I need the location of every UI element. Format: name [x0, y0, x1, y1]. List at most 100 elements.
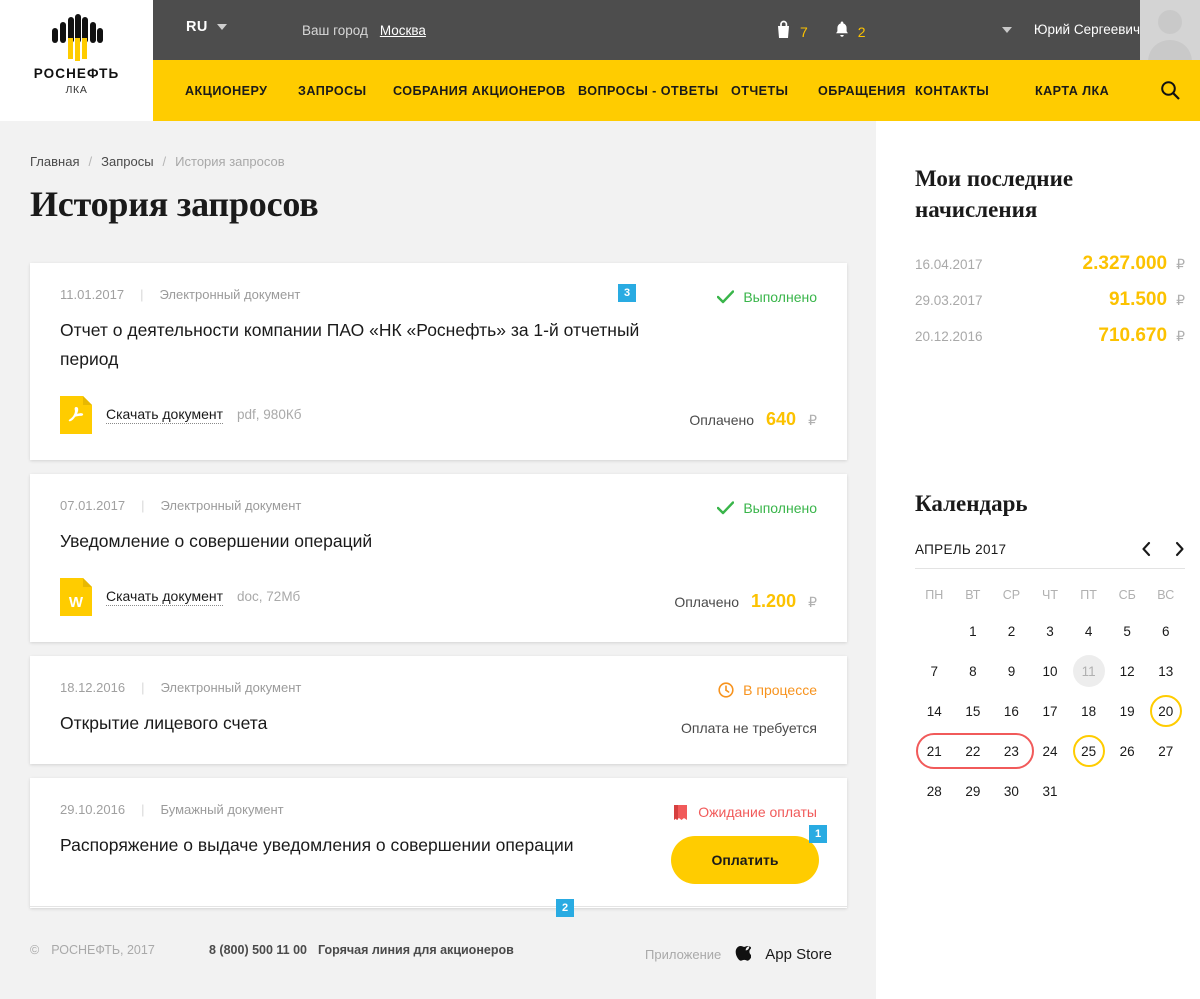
calendar-day-12[interactable]: 12 [1108, 651, 1147, 691]
payment-info: Оплачено 1.200 ₽ [674, 591, 817, 612]
nav-item-2[interactable]: ЗАПРОСЫ [298, 84, 366, 98]
calendar-day-11[interactable]: 11 [1069, 651, 1108, 691]
request-meta: 07.01.2017 | Электронный документ [60, 498, 817, 513]
pay-button[interactable]: Оплатить [671, 835, 819, 884]
calendar-day-5[interactable]: 5 [1108, 611, 1147, 651]
nav-item-8[interactable]: КАРТА ЛКА [1035, 84, 1109, 98]
status-label: Выполнено [743, 499, 817, 516]
breadcrumb-section[interactable]: Запросы [101, 154, 153, 169]
chevron-right-icon [1175, 541, 1184, 557]
calendar-day-26[interactable]: 26 [1108, 731, 1147, 771]
city-value[interactable]: Москва [380, 23, 426, 38]
accruals-widget: Мои последние начисления 16.04.2017 2.327… [915, 163, 1185, 361]
app-store-label: App Store [765, 945, 832, 963]
breadcrumb-separator: / [88, 154, 93, 169]
calendar-day-17[interactable]: 17 [1031, 691, 1070, 731]
request-card: 07.01.2017 | Электронный документ Уведомлен… [30, 473, 847, 642]
meta-divider: | [141, 679, 145, 695]
status-label: Выполнено [743, 289, 817, 305]
pdf-file-icon [60, 395, 92, 434]
calendar-heading: Календарь [915, 491, 1028, 516]
calendar-day-30[interactable]: 30 [992, 771, 1031, 811]
payment-label: Оплачено [674, 593, 740, 610]
calendar-day-16[interactable]: 16 [992, 691, 1031, 731]
request-meta: 11.01.2017 | Электронный документ [60, 287, 817, 302]
calendar-day-13[interactable]: 13 [1146, 651, 1185, 691]
notifications-button[interactable]: 2 [834, 20, 866, 44]
nav-item-7[interactable]: КОНТАКТЫ [915, 84, 989, 98]
annotation-badge-2: 2 [556, 898, 574, 917]
nav-item-5[interactable]: ОТЧЕТЫ [731, 84, 788, 98]
calendar-day-8[interactable]: 8 [954, 651, 993, 691]
calendar-day-23[interactable]: 23 [992, 731, 1031, 771]
bell-icon [834, 20, 850, 44]
calendar-day-21[interactable]: 21 [915, 731, 954, 771]
calendar-day-4[interactable]: 4 [1069, 611, 1108, 651]
hotline-phone[interactable]: 8 (800) 500 11 00 [209, 943, 307, 957]
calendar-day-1[interactable]: 1 [954, 611, 993, 651]
calendar-day-28[interactable]: 28 [915, 771, 954, 811]
main-navigation: АКЦИОНЕРУ ЗАПРОСЫ СОБРАНИЯ АКЦИОНЕРОВ ВОПРО… [153, 60, 1140, 121]
calendar-week-row: 7 8 9 10 11 12 13 [915, 651, 1185, 691]
accrual-date: 20.12.2016 [915, 329, 983, 345]
breadcrumb-home[interactable]: Главная [30, 154, 79, 169]
check-icon [717, 501, 735, 514]
request-title: Отчет о деятельности компании ПАО «НК «Р… [60, 320, 640, 369]
calendar-day-29[interactable]: 29 [954, 771, 993, 811]
cart-button[interactable]: 7 [775, 20, 808, 44]
notifications-count: 2 [857, 24, 866, 40]
nav-item-6[interactable]: ОБРАЩЕНИЯ [818, 84, 906, 98]
calendar-day-7[interactable]: 7 [915, 651, 954, 691]
nav-item-3[interactable]: СОБРАНИЯ АКЦИОНЕРОВ [393, 84, 566, 98]
calendar-dow: СР [1002, 588, 1021, 602]
footer-divider [30, 906, 847, 907]
calendar-day-15[interactable]: 15 [954, 691, 993, 731]
nav-item-1[interactable]: АКЦИОНЕРУ [185, 84, 267, 98]
nav-item-4[interactable]: ВОПРОСЫ - ОТВЕТЫ [578, 84, 718, 98]
chevron-down-icon [1001, 26, 1012, 33]
footer: © РОСНЕФТЬ, 2017 8 (800) 500 11 00 Горяч… [0, 906, 876, 999]
calendar-next-button[interactable] [1174, 541, 1185, 557]
currency-symbol: ₽ [1176, 292, 1185, 309]
calendar-day-14[interactable]: 14 [915, 691, 954, 731]
calendar-day-22[interactable]: 22 [954, 731, 993, 771]
calendar-day-27[interactable]: 27 [1146, 731, 1185, 771]
search-button[interactable] [1140, 60, 1200, 121]
calendar-day-18[interactable]: 18 [1069, 691, 1108, 731]
hotline-note: Горячая линия для акционеров [318, 943, 514, 957]
accrual-date: 29.03.2017 [915, 293, 983, 309]
calendar-prev-button[interactable] [1141, 541, 1152, 557]
calendar-grid: ПНВТСРЧТПТСБВС01234567891011121314151617… [915, 568, 1185, 811]
app-store-link[interactable]: Приложение App Store [645, 942, 832, 966]
calendar-day-2[interactable]: 2 [992, 611, 1031, 651]
download-link[interactable]: Скачать документ [106, 406, 224, 424]
calendar-day-10[interactable]: 10 [1031, 651, 1070, 691]
apple-icon [735, 942, 753, 966]
request-type: Электронный документ [160, 497, 302, 513]
calendar-day-25[interactable]: 25 [1069, 731, 1108, 771]
annotation-badge-3: 3 [618, 284, 636, 302]
request-title: Распоряжение о выдаче уведомления о сове… [60, 834, 574, 855]
calendar-day-24[interactable]: 24 [1031, 731, 1070, 771]
calendar-day-9[interactable]: 9 [992, 651, 1031, 691]
language-selector[interactable]: RU [186, 19, 227, 35]
calendar-day-31[interactable]: 31 [1031, 771, 1070, 811]
calendar-day-3[interactable]: 3 [1031, 611, 1070, 651]
download-link[interactable]: Скачать документ [106, 588, 224, 606]
calendar-week-row: 14 15 16 17 18 19 20 [915, 691, 1185, 731]
logo[interactable]: РОСНЕФТЬ ЛКА [0, 0, 153, 121]
app-label: Приложение [645, 946, 722, 962]
accrual-amount: 91.500 [1108, 289, 1168, 311]
main-column: Главная / Запросы / История запросов 3 И… [0, 121, 876, 999]
calendar-day-6[interactable]: 6 [1146, 611, 1185, 651]
clock-icon [718, 682, 734, 698]
request-title: Открытие лицевого счета [60, 712, 268, 733]
accrual-amount: 710.670 [1098, 325, 1168, 347]
svg-text:W: W [69, 594, 84, 611]
chevron-down-icon [216, 24, 227, 30]
user-menu[interactable]: Юрий Сергеевич [1001, 22, 1140, 37]
calendar-day-19[interactable]: 19 [1108, 691, 1147, 731]
avatar[interactable] [1140, 0, 1200, 60]
calendar-day-20[interactable]: 20 [1146, 691, 1185, 731]
status-badge: Ожидание оплаты [674, 804, 817, 821]
